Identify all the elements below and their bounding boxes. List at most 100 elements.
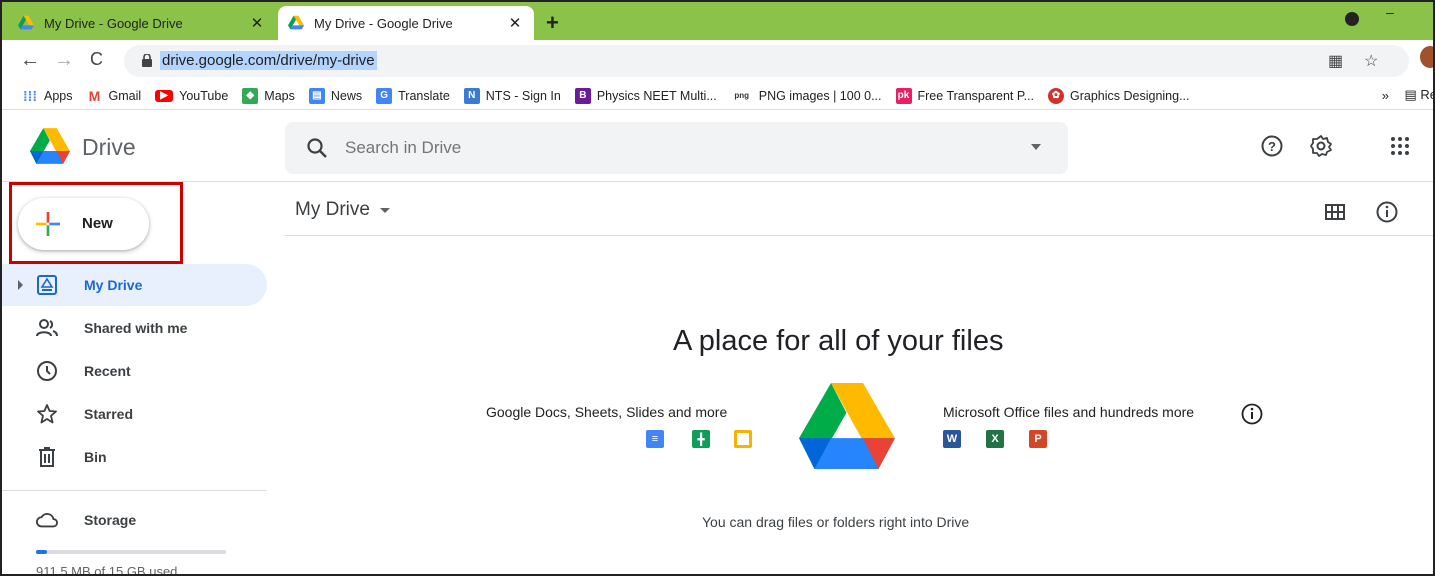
sidebar-item-label: Recent [84,363,131,379]
storage-progress-fill [36,550,48,554]
search-icon[interactable] [305,136,329,160]
help-icon[interactable]: ? [1260,134,1284,158]
bookmark-label: NTS - Sign In [485,88,561,103]
svg-text:?: ? [1268,139,1276,154]
bookmark-free-transparent[interactable]: pk Free Transparent P... [895,87,1035,104]
info-icon[interactable] [1375,200,1399,224]
bookmark-label: Gmail [108,88,142,103]
sidebar-item-recent[interactable]: Recent [2,350,267,392]
browser-tab-1[interactable]: My Drive - Google Drive ✕ [8,6,276,40]
info-icon[interactable] [1240,402,1264,426]
close-tab-icon[interactable]: ✕ [506,14,524,32]
maps-icon: ◆ [242,87,259,104]
bookmark-label: Physics NEET Multi... [596,88,717,103]
sheets-icon: ╋ [692,430,710,448]
drag-drop-hint: You can drag files or folders right into… [702,514,970,530]
settings-icon[interactable] [1309,134,1333,158]
lock-icon [142,54,152,67]
sidebar-item-shared[interactable]: Shared with me [2,307,267,349]
bookmark-nts[interactable]: N NTS - Sign In [463,87,561,104]
browser-tab-2[interactable]: My Drive - Google Drive ✕ [278,6,534,40]
pk-icon: pk [895,87,912,104]
bookmark-gmail[interactable]: M Gmail [87,88,142,104]
qr-code-icon[interactable]: ▦ [1328,51,1343,71]
screenshot-frame: My Drive - Google Drive ✕ My Drive - Goo… [0,0,1435,576]
star-icon [37,404,57,424]
sidebar-item-my-drive[interactable]: My Drive [2,264,267,306]
byjus-icon: B [574,87,591,104]
reading-list-button[interactable]: ▤ Re [1404,87,1433,103]
sidebar-item-label: Starred [84,406,134,422]
cloud-icon [36,513,58,528]
sidebar-item-label: Bin [84,449,107,465]
bookmarks-overflow-button[interactable]: » [1382,88,1389,103]
translate-icon: G [376,87,393,104]
sidebar-item-storage[interactable]: Storage [2,499,267,541]
drive-header: Drive ? [2,110,1433,182]
bookmark-apps[interactable]: ⁞⁞⁞ Apps [22,88,73,104]
bookmark-maps[interactable]: ◆ Maps [242,87,295,104]
app-name[interactable]: Drive [82,134,136,161]
bookmark-graphics[interactable]: ✿ Graphics Designing... [1048,87,1190,104]
png-icon: png [734,91,750,100]
docs-icon: ≡ [646,430,664,448]
slides-icon [734,430,752,448]
forward-icon[interactable]: → [54,49,74,72]
reading-list-label: Re [1420,87,1433,102]
bookmark-youtube[interactable]: ▶ YouTube [155,89,228,103]
new-tab-button[interactable]: + [546,10,559,36]
clock-icon [37,361,57,381]
my-drive-icon [37,275,57,295]
new-button[interactable]: New [18,198,149,250]
bookmark-translate[interactable]: G Translate [376,87,450,104]
reading-list-icon: ▤ [1404,87,1421,102]
powerpoint-icon: P [1029,430,1047,448]
search-options-icon[interactable] [1031,144,1041,150]
back-icon[interactable]: ← [20,49,40,72]
sidebar-item-bin[interactable]: Bin [2,436,267,478]
office-files-promo: Microsoft Office files and hundreds more [943,404,1195,420]
chevron-down-icon [379,207,390,213]
search-bar[interactable] [285,122,1068,174]
empty-state-headline: A place for all of your files [673,325,1004,357]
bookmark-physics[interactable]: B Physics NEET Multi... [574,87,717,104]
grid-view-icon[interactable] [1323,200,1347,224]
gmail-icon: M [88,87,101,104]
page-title: My Drive [295,199,370,220]
bookmark-label: Apps [44,88,73,103]
bookmark-news[interactable]: ▤ News [308,87,362,104]
storage-used-text: 911.5 MB of 15 GB used [36,564,178,576]
profile-icon[interactable] [1345,12,1359,26]
nts-icon: N [463,87,480,104]
bookmark-label: YouTube [179,88,229,103]
account-avatar[interactable] [1420,46,1433,68]
excel-icon: X [986,430,1004,448]
bookmark-star-icon[interactable]: ☆ [1364,51,1378,71]
apps-grid-icon[interactable] [1388,134,1412,158]
close-tab-icon[interactable]: ✕ [248,14,266,32]
browser-toolbar: ← → C drive.google.com/drive/my-drive ▦ … [2,40,1433,82]
my-drive-title[interactable]: My Drive [295,199,390,221]
graphics-icon: ✿ [1048,87,1064,104]
bookmarks-bar: ⁞⁞⁞ Apps M Gmail ▶ YouTube ◆ Maps ▤ News… [2,82,1433,110]
drive-logo-icon[interactable] [30,128,70,164]
bookmark-label: Maps [264,88,295,103]
search-input[interactable] [345,136,1025,160]
address-bar[interactable]: drive.google.com/drive/my-drive ▦ ☆ [124,45,1409,77]
content-divider [285,235,1433,236]
url-text[interactable]: drive.google.com/drive/my-drive [160,51,377,70]
bookmark-png[interactable]: png PNG images | 100 0... [731,88,881,104]
minimize-icon[interactable]: – [1386,4,1394,20]
plus-icon [36,212,60,236]
sidebar-item-starred[interactable]: Starred [2,393,267,435]
storage-progress-bar [36,550,226,554]
expand-arrow-icon[interactable] [18,280,23,290]
new-button-label: New [82,215,113,232]
reload-icon[interactable]: C [90,49,103,70]
news-icon: ▤ [308,87,325,104]
tab-title: My Drive - Google Drive [44,15,183,31]
bookmark-label: Free Transparent P... [917,88,1035,103]
drive-logo-large-icon [799,383,895,469]
google-files-promo: Google Docs, Sheets, Slides and more [486,404,728,420]
tab-title: My Drive - Google Drive [314,15,453,31]
